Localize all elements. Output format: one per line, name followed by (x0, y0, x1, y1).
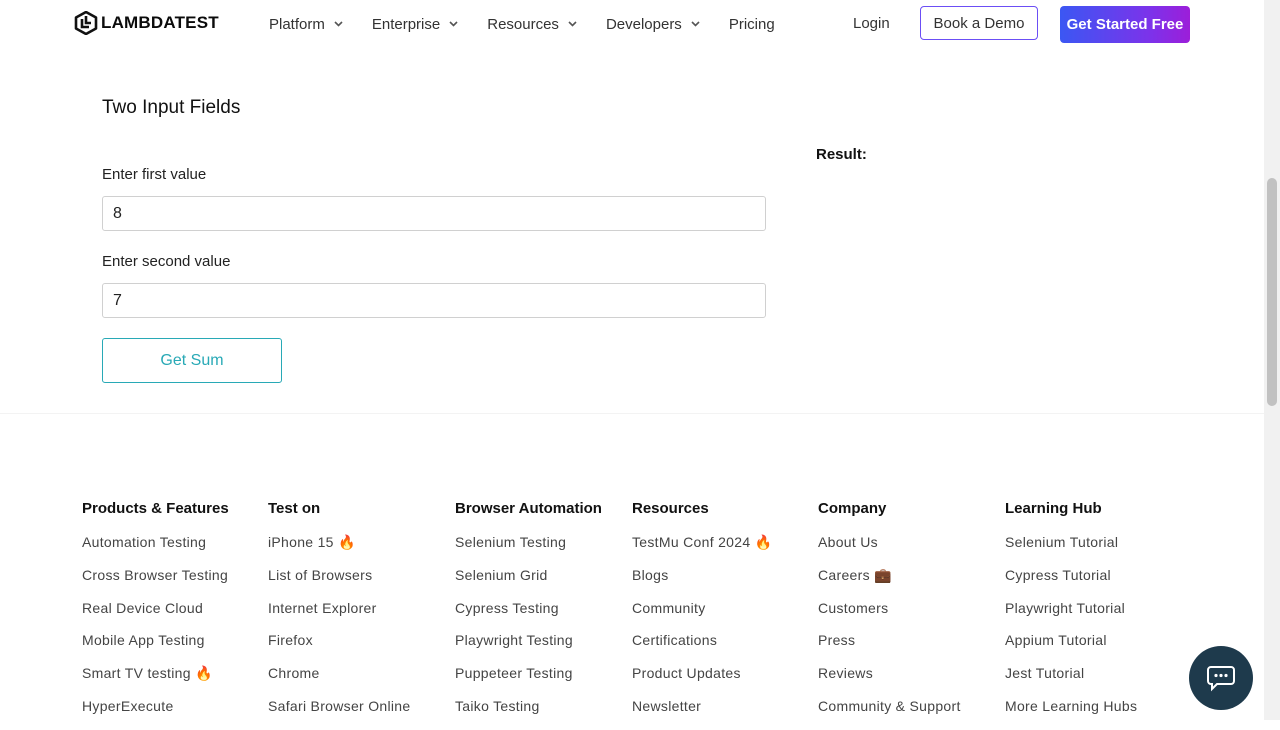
footer-column-company: Company About Us Careers 💼 Customers Pre… (818, 500, 961, 730)
footer-link[interactable]: Careers 💼 (818, 566, 961, 599)
footer-heading: Products & Features (82, 500, 229, 517)
footer-link[interactable]: Selenium Grid (455, 566, 602, 599)
first-value-label: Enter first value (102, 166, 207, 183)
login-link[interactable]: Login (853, 15, 890, 32)
nav-platform[interactable]: Platform (269, 16, 343, 33)
nav-label: Developers (605, 15, 682, 33)
footer-heading: Learning Hub (1005, 500, 1102, 517)
footer-link[interactable]: Newsletter (632, 697, 772, 730)
footer-link[interactable]: Cypress Testing (455, 599, 602, 632)
footer-link[interactable]: Press (818, 631, 961, 664)
section-divider (0, 413, 1264, 414)
footer-link[interactable]: Safari Browser Online (268, 697, 410, 730)
footer-link[interactable]: Certifications (632, 631, 772, 664)
get-started-button[interactable]: Get Started Free (1060, 6, 1190, 43)
footer-link[interactable]: TestMu Conf 2024 🔥 (632, 533, 772, 566)
footer-link[interactable]: Community (632, 599, 772, 632)
footer-link[interactable]: Customers (818, 599, 961, 632)
footer-link[interactable]: Real Device Cloud (82, 599, 229, 632)
chevron-down-icon (568, 21, 577, 27)
footer-heading: Browser Automation (455, 500, 602, 517)
footer-link[interactable]: Taiko Testing (455, 697, 602, 730)
nav-developers[interactable]: Developers (606, 16, 700, 33)
footer-heading: Company (818, 500, 887, 517)
chevron-down-icon (449, 21, 458, 27)
second-value-label: Enter second value (102, 253, 231, 270)
chevron-down-icon (334, 21, 343, 27)
nav-label: Resources (487, 15, 559, 33)
footer-link[interactable]: List of Browsers (268, 566, 410, 599)
footer-link[interactable]: More Learning Hubs (1005, 697, 1137, 730)
footer-link[interactable]: Playwright Tutorial (1005, 599, 1137, 632)
nav-resources[interactable]: Resources (487, 16, 577, 33)
footer-link[interactable]: About Us (818, 533, 961, 566)
nav-enterprise[interactable]: Enterprise (372, 16, 458, 33)
footer-heading: Resources (632, 500, 709, 517)
chat-widget-button[interactable] (1189, 646, 1253, 710)
footer-column-learning-hub: Learning Hub Selenium Tutorial Cypress T… (1005, 500, 1137, 730)
get-sum-button[interactable]: Get Sum (102, 338, 282, 383)
page-scrollbar[interactable] (1264, 0, 1280, 720)
chevron-down-icon (691, 21, 700, 27)
footer-link[interactable]: Smart TV testing 🔥 (82, 664, 229, 697)
section-title: Two Input Fields (102, 97, 241, 118)
nav-label: Platform (269, 15, 325, 33)
footer-link[interactable]: Appium Tutorial (1005, 631, 1137, 664)
result-label: Result: (816, 146, 867, 163)
footer-link[interactable]: Puppeteer Testing (455, 664, 602, 697)
footer-link[interactable]: Blogs (632, 566, 772, 599)
footer-column-resources: Resources TestMu Conf 2024 🔥 Blogs Commu… (632, 500, 772, 730)
chat-bubble-icon (1207, 666, 1235, 692)
footer-link[interactable]: iPhone 15 🔥 (268, 533, 410, 566)
footer-link[interactable]: Selenium Tutorial (1005, 533, 1137, 566)
footer-link[interactable]: Chrome (268, 664, 410, 697)
footer-link[interactable]: Firefox (268, 631, 410, 664)
footer-link[interactable]: Product Updates (632, 664, 772, 697)
book-demo-button[interactable]: Book a Demo (920, 6, 1038, 40)
footer-link[interactable]: Cross Browser Testing (82, 566, 229, 599)
main-nav: Platform Enterprise Resources Developers… (269, 0, 804, 48)
footer-link[interactable]: Reviews (818, 664, 961, 697)
scrollbar-thumb[interactable] (1267, 178, 1277, 406)
footer-link[interactable]: Community & Support (818, 697, 961, 730)
footer-link[interactable]: Cypress Tutorial (1005, 566, 1137, 599)
footer-link[interactable]: Mobile App Testing (82, 631, 229, 664)
lambdatest-logo-icon (74, 11, 98, 35)
footer-link[interactable]: Jest Tutorial (1005, 664, 1137, 697)
logo-text: LAMBDATEST (101, 13, 219, 32)
first-value-input[interactable] (102, 196, 766, 231)
footer-column-products: Products & Features Automation Testing C… (82, 500, 229, 730)
footer-link[interactable]: Internet Explorer (268, 599, 410, 632)
footer-link[interactable]: Selenium Testing (455, 533, 602, 566)
nav-pricing[interactable]: Pricing (729, 16, 775, 33)
footer-link[interactable]: Automation Testing (82, 533, 229, 566)
second-value-input[interactable] (102, 283, 766, 318)
footer-column-test-on: Test on iPhone 15 🔥 List of Browsers Int… (268, 500, 410, 730)
nav-label: Enterprise (371, 15, 441, 33)
footer-column-browser-automation: Browser Automation Selenium Testing Sele… (455, 500, 602, 730)
footer-heading: Test on (268, 500, 321, 517)
footer-link[interactable]: HyperExecute (82, 697, 229, 730)
nav-label: Pricing (728, 15, 775, 33)
footer-link[interactable]: Playwright Testing (455, 631, 602, 664)
site-header: LAMBDATEST Platform Enterprise Resources… (0, 0, 1264, 48)
logo[interactable]: LAMBDATEST (74, 11, 219, 35)
